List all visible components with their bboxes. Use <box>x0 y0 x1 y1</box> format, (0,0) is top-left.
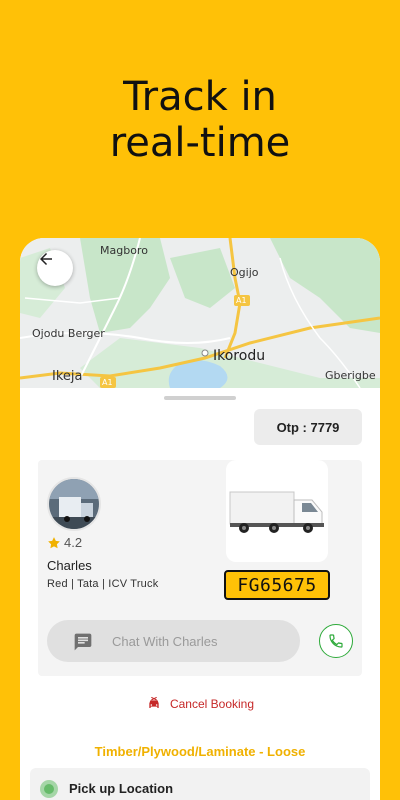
map-label-ojodu: Ojodu Berger <box>32 327 105 340</box>
car-cancel-icon <box>149 696 159 708</box>
driver-avatar <box>47 477 101 531</box>
map-label-a1-bottom: A1 <box>102 378 113 387</box>
headline-line-1: Track in <box>123 74 277 120</box>
license-plate: FG65675 <box>224 570 330 600</box>
pickup-location-card[interactable]: Pick up Location <box>30 768 370 800</box>
booking-sheet: Otp : 7779 4.2 Charles Red | Tata | ICV … <box>20 388 380 800</box>
truck-image <box>226 460 328 562</box>
goods-category: Timber/Plywood/Laminate - Loose <box>94 744 306 759</box>
map-label-ogijo: Ogijo <box>230 266 259 279</box>
map-label-ikorodu: Ikorodu <box>213 348 266 364</box>
map-label-gberigbe: Gberigbe <box>325 369 376 382</box>
vehicle-info: Red | Tata | ICV Truck <box>47 578 159 590</box>
map-label-a1-top: A1 <box>236 296 247 305</box>
headline-line-2: real-time <box>109 120 291 166</box>
cancel-booking-button[interactable]: Cancel Booking <box>20 696 380 712</box>
pickup-dot-icon <box>40 780 58 798</box>
otp-badge: Otp : 7779 <box>254 409 362 445</box>
map-label-ikeja: Ikeja <box>52 369 83 384</box>
map-view[interactable]: Magboro Ogijo A1 Ojodu Berger Ikorodu Ik… <box>20 238 380 388</box>
driver-card: 4.2 Charles Red | Tata | ICV Truck FG656… <box>38 460 362 676</box>
phone-icon <box>329 634 343 648</box>
headline: Track in real-time <box>0 74 400 166</box>
chat-input[interactable]: Chat With Charles <box>47 620 300 662</box>
rating-value: 4.2 <box>64 535 83 550</box>
driver-name: Charles <box>47 558 92 573</box>
map-label-magboro: Magboro <box>100 244 148 257</box>
call-button[interactable] <box>319 624 353 658</box>
driver-rating: 4.2 <box>47 535 82 550</box>
cancel-booking-label: Cancel Booking <box>169 697 255 711</box>
map-graphic <box>20 238 380 388</box>
star-icon <box>48 536 60 548</box>
back-arrow-icon <box>40 253 52 265</box>
chat-placeholder: Chat With Charles <box>112 634 218 649</box>
pickup-location-label: Pick up Location <box>69 781 174 796</box>
drag-handle[interactable] <box>164 396 236 400</box>
back-button[interactable] <box>37 250 73 286</box>
phone-screen: Magboro Ogijo A1 Ojodu Berger Ikorodu Ik… <box>20 238 380 800</box>
chat-icon <box>74 633 92 651</box>
